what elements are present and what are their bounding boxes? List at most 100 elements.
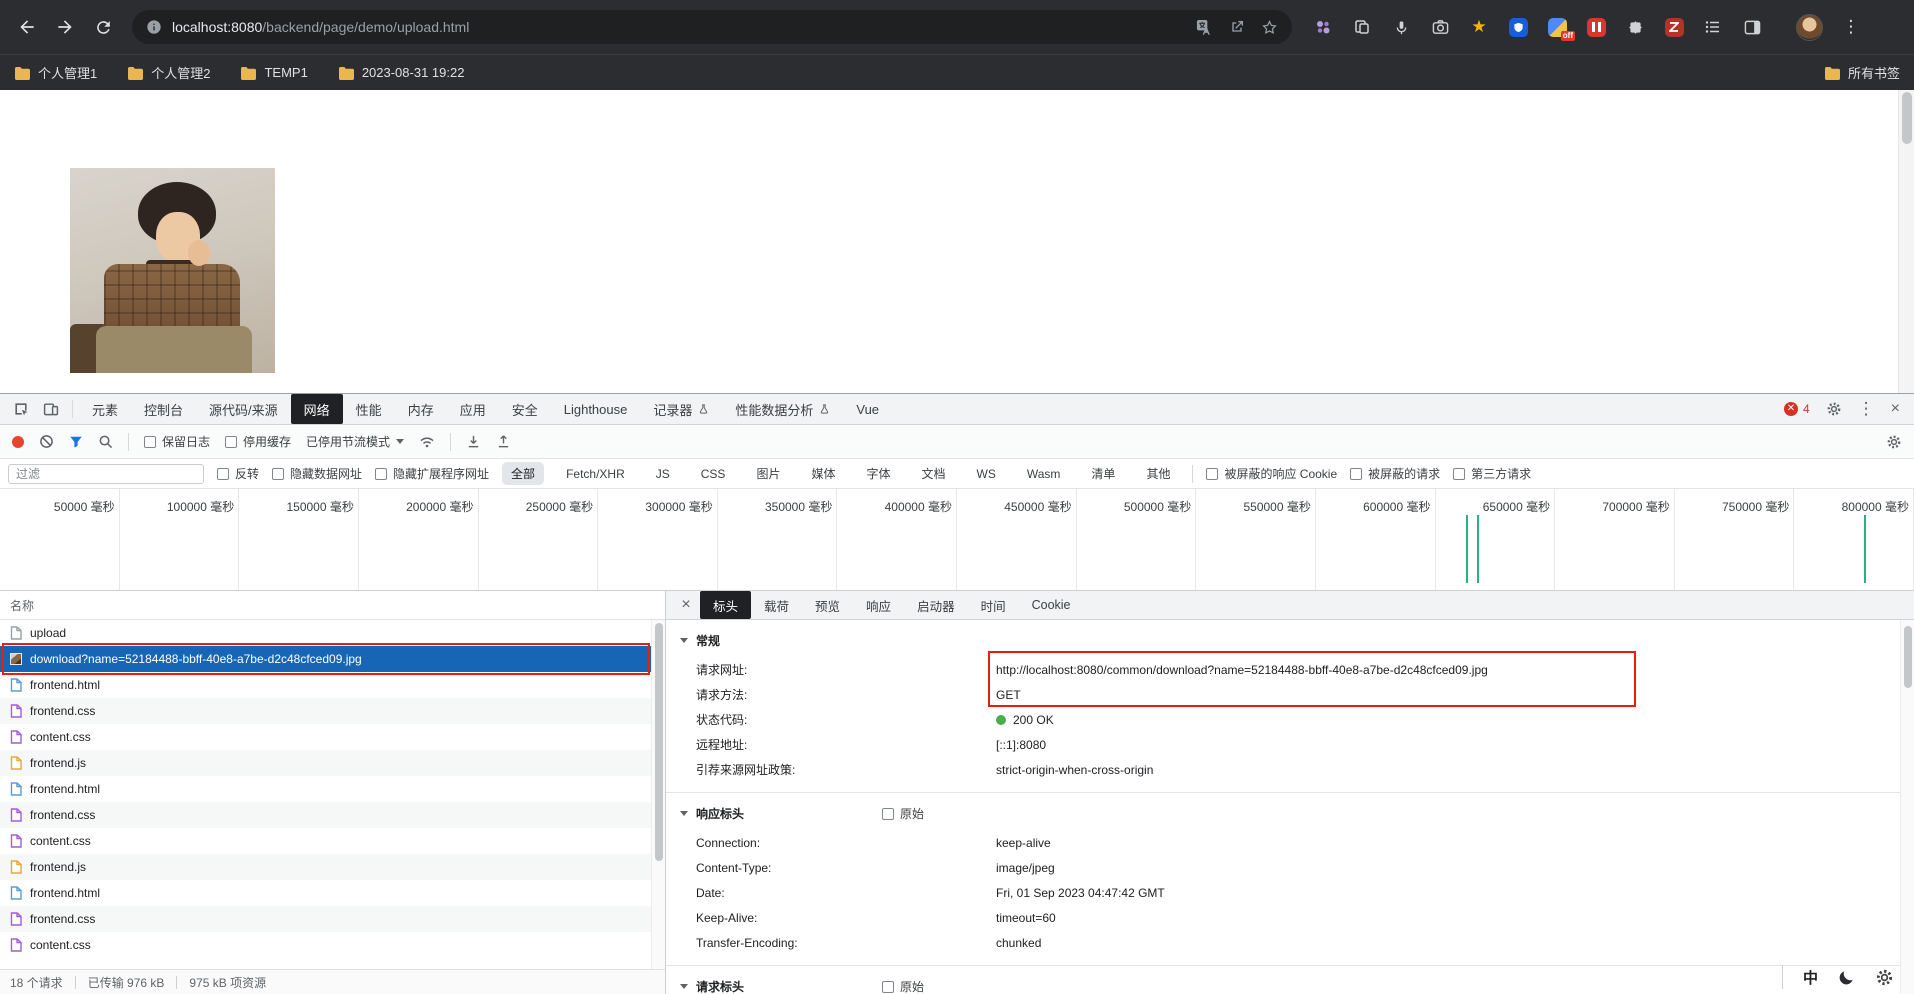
network-settings-icon[interactable] — [1886, 434, 1902, 450]
devtools-close-icon[interactable]: × — [1891, 401, 1900, 417]
translate-icon[interactable] — [1196, 19, 1213, 36]
bookmark-folder-3[interactable]: TEMP1 — [240, 65, 307, 80]
tab-initiator[interactable]: 启动器 — [904, 591, 968, 619]
tab-console[interactable]: 控制台 — [131, 394, 196, 424]
bookmark-folder-1[interactable]: 个人管理1 — [14, 63, 97, 82]
filter-chip-other[interactable]: 其他 — [1137, 462, 1179, 485]
general-section-header[interactable]: 常规 — [666, 620, 1900, 657]
raw-headers-checkbox[interactable] — [882, 808, 894, 820]
request-row-download-selected[interactable]: download?name=52184488-bbff-40e8-a7be-d2… — [0, 646, 651, 672]
forward-button[interactable] — [48, 10, 82, 44]
tab-headers[interactable]: 标头 — [700, 591, 751, 619]
ime-language-indicator[interactable]: 中 — [1803, 967, 1818, 988]
hide-extension-urls-checkbox[interactable] — [375, 468, 387, 480]
tab-memory[interactable]: 内存 — [395, 394, 447, 424]
request-row-upload[interactable]: upload — [0, 620, 651, 646]
ime-settings-icon[interactable] — [1875, 968, 1894, 987]
blocked-response-cookies-checkbox[interactable] — [1206, 468, 1218, 480]
raw-headers-checkbox[interactable] — [882, 981, 894, 993]
moon-icon[interactable] — [1838, 969, 1855, 986]
disable-cache-checkbox[interactable] — [225, 436, 237, 448]
disclosure-triangle-icon[interactable] — [680, 811, 688, 816]
search-icon[interactable] — [98, 434, 113, 449]
details-scrollbar-thumb[interactable] — [1904, 626, 1912, 688]
tab-lighthouse[interactable]: Lighthouse — [551, 394, 641, 424]
extension-icon-z[interactable] — [1663, 16, 1685, 38]
request-row[interactable]: content.css — [0, 932, 651, 958]
third-party-requests-checkbox[interactable] — [1453, 468, 1465, 480]
disable-cache-option[interactable]: 停用缓存 — [225, 433, 291, 450]
filter-chip-js[interactable]: JS — [647, 464, 679, 484]
profile-avatar[interactable] — [1796, 14, 1823, 41]
filter-chip-wasm[interactable]: Wasm — [1018, 464, 1070, 484]
extension-icon-copy[interactable] — [1351, 16, 1373, 38]
export-har-icon[interactable] — [496, 434, 511, 449]
invert-option[interactable]: 反转 — [217, 465, 259, 482]
tab-sources[interactable]: 源代码/来源 — [196, 394, 291, 424]
extensions-puzzle-icon[interactable] — [1624, 16, 1646, 38]
blocked-requests-checkbox[interactable] — [1350, 468, 1362, 480]
page-scrollbar[interactable] — [1898, 90, 1914, 393]
share-icon[interactable] — [1229, 19, 1245, 35]
tab-elements[interactable]: 元素 — [79, 394, 131, 424]
back-button[interactable] — [10, 10, 44, 44]
error-count-badge[interactable]: ✕ 4 — [1784, 402, 1810, 416]
tab-response[interactable]: 响应 — [853, 591, 904, 619]
request-row[interactable]: frontend.html — [0, 880, 651, 906]
filter-chip-manifest[interactable]: 清单 — [1082, 462, 1124, 485]
request-list-scrollbar[interactable] — [651, 620, 665, 969]
disclosure-triangle-icon[interactable] — [680, 984, 688, 989]
record-network-log-button[interactable] — [12, 436, 24, 448]
extension-icon-grid[interactable] — [1312, 16, 1334, 38]
tab-recorder[interactable]: 记录器 — [640, 394, 722, 424]
response-headers-section-header[interactable]: 响应标头 原始 — [666, 793, 1900, 830]
tab-payload[interactable]: 载荷 — [751, 591, 802, 619]
tab-timing[interactable]: 时间 — [968, 591, 1019, 619]
hide-extension-urls-option[interactable]: 隐藏扩展程序网址 — [375, 465, 489, 482]
request-row[interactable]: frontend.css — [0, 802, 651, 828]
bookmark-folder-2[interactable]: 个人管理2 — [127, 63, 210, 82]
raw-response-headers-option[interactable]: 原始 — [882, 805, 924, 822]
side-panel-icon[interactable] — [1741, 16, 1763, 38]
all-bookmarks[interactable]: 所有书签 — [1824, 63, 1900, 82]
disclosure-triangle-icon[interactable] — [680, 638, 688, 643]
request-row[interactable]: frontend.js — [0, 854, 651, 880]
request-row[interactable]: content.css — [0, 724, 651, 750]
extension-icon-star[interactable]: ★ — [1468, 16, 1490, 38]
page-scrollbar-thumb[interactable] — [1902, 92, 1912, 144]
request-row[interactable]: frontend.html — [0, 672, 651, 698]
site-info-icon[interactable] — [146, 19, 162, 35]
tab-performance-insights[interactable]: 性能数据分析 — [722, 394, 843, 424]
address-bar[interactable]: localhost:8080/backend/page/demo/upload.… — [132, 10, 1292, 44]
bookmark-folder-4[interactable]: 2023-08-31 19:22 — [338, 65, 465, 80]
filter-chip-ws[interactable]: WS — [968, 464, 1005, 484]
inspect-element-icon[interactable] — [6, 394, 36, 424]
preserve-log-option[interactable]: 保留日志 — [144, 433, 210, 450]
device-toolbar-icon[interactable] — [36, 394, 66, 424]
request-row[interactable]: frontend.js — [0, 750, 651, 776]
extension-icon-off-badge[interactable]: off — [1546, 16, 1568, 38]
tab-performance[interactable]: 性能 — [343, 394, 395, 424]
filter-chip-img[interactable]: 图片 — [747, 462, 789, 485]
third-party-requests-option[interactable]: 第三方请求 — [1453, 465, 1531, 482]
extension-icon-shield[interactable] — [1507, 16, 1529, 38]
devtools-menu-icon[interactable]: ⋮ — [1858, 399, 1875, 419]
network-conditions-icon[interactable] — [419, 434, 435, 450]
blocked-requests-option[interactable]: 被屏蔽的请求 — [1350, 465, 1440, 482]
filter-input[interactable] — [8, 464, 204, 484]
extension-icon-mic[interactable] — [1390, 16, 1412, 38]
raw-request-headers-option[interactable]: 原始 — [882, 978, 924, 994]
filter-chip-fetch-xhr[interactable]: Fetch/XHR — [557, 464, 634, 484]
blocked-response-cookies-option[interactable]: 被屏蔽的响应 Cookie — [1206, 465, 1337, 482]
details-scrollbar[interactable] — [1900, 620, 1914, 994]
network-overview-timeline[interactable]: 50000 毫秒 100000 毫秒 150000 毫秒 200000 毫秒 2… — [0, 489, 1914, 591]
request-list-header[interactable]: 名称 — [0, 591, 665, 620]
tab-vue[interactable]: Vue — [843, 394, 892, 424]
browser-menu-icon[interactable]: ⋮ — [1840, 16, 1862, 38]
tab-preview[interactable]: 预览 — [802, 591, 853, 619]
filter-chip-media[interactable]: 媒体 — [802, 462, 844, 485]
request-row[interactable]: frontend.css — [0, 906, 651, 932]
clear-network-log-icon[interactable] — [39, 434, 54, 449]
request-row[interactable]: content.css — [0, 828, 651, 854]
preserve-log-checkbox[interactable] — [144, 436, 156, 448]
